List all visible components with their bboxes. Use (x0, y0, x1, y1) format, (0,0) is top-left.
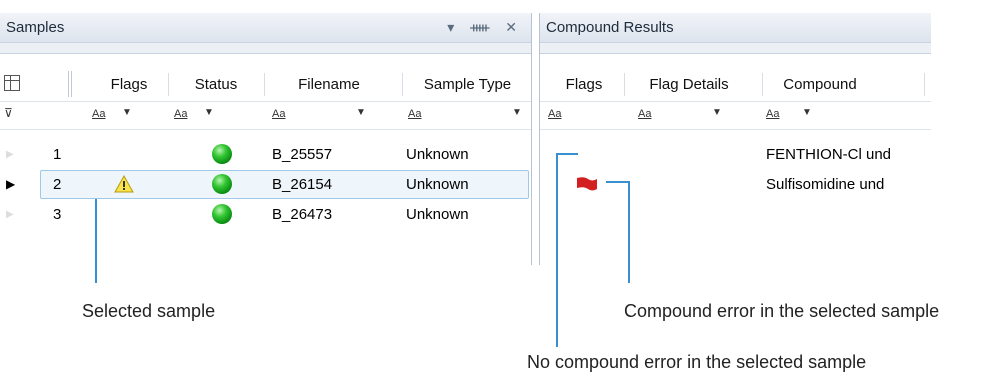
filter-status[interactable]: Aa ▼ (174, 106, 214, 120)
selected-sample-callout: Selected sample (82, 301, 216, 321)
column-chooser-icon[interactable] (4, 75, 20, 91)
filter-flags[interactable]: Aa (548, 106, 561, 120)
splitter (68, 71, 72, 97)
table-row[interactable]: ▶ 3 B_26473 Unknown (0, 200, 531, 229)
table-row[interactable]: ▶ 2 B_26154 Unknown (0, 170, 531, 199)
status-ok-icon (212, 174, 232, 194)
sample-type-cell: Unknown (406, 146, 469, 163)
col-header-flag-details[interactable]: Flag Details (626, 69, 752, 100)
error-leader-line (628, 181, 630, 283)
filename-cell: B_25557 (272, 146, 333, 163)
col-header-sample-type[interactable]: Sample Type (404, 69, 531, 100)
compound-results-panel: Compound Results Flags Flag Details Comp… (539, 13, 931, 265)
compound-title-text: Compound Results (546, 19, 674, 36)
status-ok-icon (212, 144, 232, 164)
filename-cell: B_26154 (272, 176, 333, 193)
filter-flags[interactable]: Aa ▼ (92, 106, 132, 120)
filter-flag-details[interactable]: Aa ▼ (638, 106, 722, 120)
warning-icon (114, 175, 134, 193)
col-header-flags[interactable]: Flags (548, 69, 620, 100)
compound-error-callout: Compound error in the selected sample (624, 301, 940, 321)
filter-filename[interactable]: Aa ▼ (272, 106, 366, 120)
filter-row: Aa Aa ▼ Aa ▼ (540, 101, 931, 130)
current-row-arrow-icon: ▶ (6, 177, 16, 191)
col-header-status[interactable]: Status (170, 69, 262, 100)
col-header-compound[interactable]: Compound (764, 69, 876, 100)
compound-cell: FENTHION-Cl und (766, 146, 892, 163)
row-number: 3 (53, 206, 62, 223)
selected-sample-leader-line (95, 199, 97, 283)
row-indicator-icon: ▶ (6, 209, 14, 220)
sample-type-cell: Unknown (406, 176, 469, 193)
panel-strip (0, 43, 531, 54)
filename-cell: B_26473 (272, 206, 333, 223)
filter-row: ⊽ Aa ▼ Aa ▼ Aa ▼ Aa ▼ (0, 101, 531, 130)
compound-panel-title: Compound Results (540, 13, 931, 43)
red-flag-icon (577, 177, 597, 191)
error-leader-tick (606, 181, 630, 183)
table-row[interactable]: FENTHION-Cl und (540, 140, 931, 169)
no-compound-error-callout: No compound error in the selected sample (527, 352, 867, 372)
samples-panel-title: Samples ▾ ᚔ ✕ (0, 13, 531, 43)
dropdown-icon[interactable]: ▾ (447, 19, 460, 35)
no-error-leader-line (556, 153, 558, 347)
row-number: 1 (53, 146, 62, 163)
filter-icon[interactable]: ⊽ (4, 106, 13, 120)
sample-type-cell: Unknown (406, 206, 469, 223)
samples-panel: Samples ▾ ᚔ ✕ Flags Status Filename Samp… (0, 13, 532, 265)
no-error-leader-tick (556, 153, 578, 155)
compound-cell: Sulfisomidine und (766, 176, 885, 193)
panel-strip (540, 43, 931, 54)
status-ok-icon (212, 204, 232, 224)
panel-window-controls[interactable]: ▾ ᚔ ✕ (447, 13, 523, 42)
table-row[interactable]: Sulfisomidine und (540, 170, 931, 199)
close-icon[interactable]: ✕ (505, 19, 523, 35)
pin-icon[interactable]: ᚔ (470, 19, 495, 35)
filter-sample-type[interactable]: Aa ▼ (408, 106, 522, 120)
table-row[interactable]: ▶ 1 B_25557 Unknown (0, 140, 531, 169)
samples-title-text: Samples (6, 19, 65, 36)
filter-compound[interactable]: Aa ▼ (766, 106, 812, 120)
row-indicator-icon: ▶ (6, 149, 14, 160)
col-header-flags[interactable]: Flags (92, 69, 166, 100)
col-header-filename[interactable]: Filename (266, 69, 392, 100)
row-number: 2 (53, 176, 62, 193)
